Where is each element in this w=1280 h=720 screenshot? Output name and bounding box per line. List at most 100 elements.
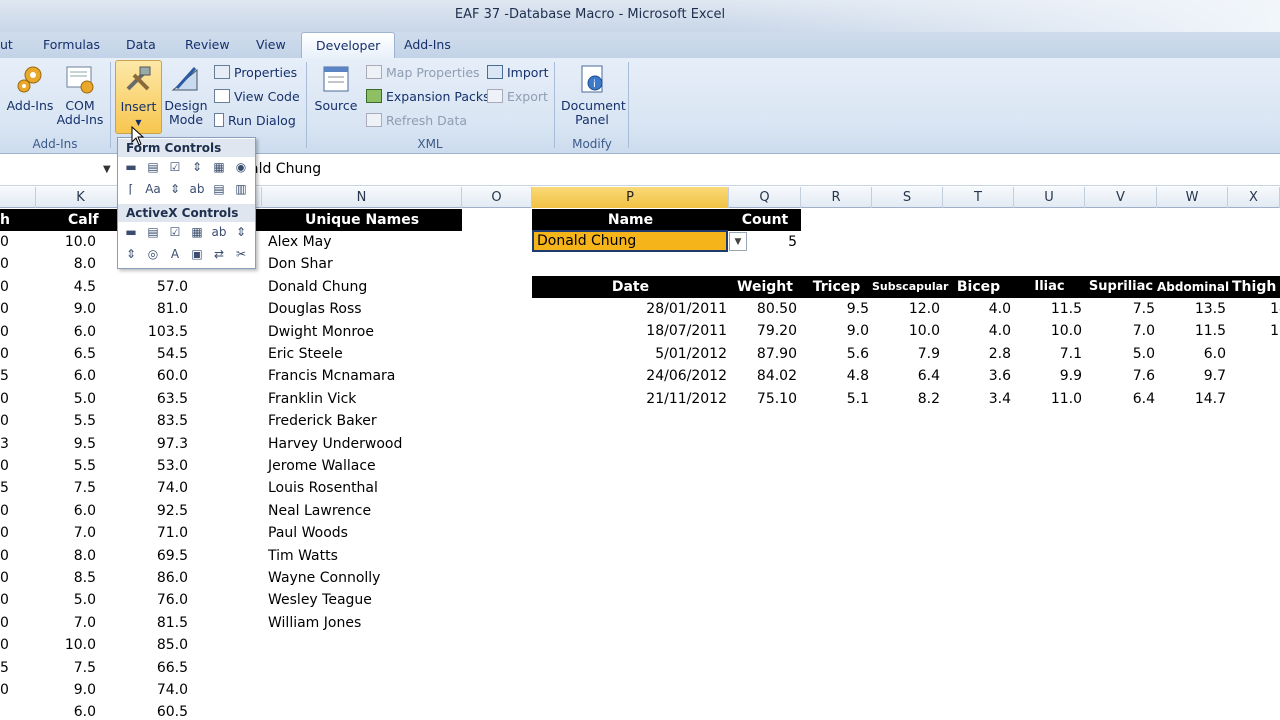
table-cell[interactable]: 12	[1228, 320, 1280, 342]
add-ins-button[interactable]: Add-Ins	[6, 62, 54, 113]
list-item[interactable]: Louis Rosenthal	[268, 477, 378, 499]
cell-l[interactable]: 53.0	[126, 455, 188, 477]
cell-calf[interactable]: 10.0	[36, 231, 96, 253]
list-box-control-icon[interactable]: ▦	[210, 158, 228, 176]
cell-calf[interactable]: 8.0	[36, 253, 96, 275]
cell-calf[interactable]: 6.5	[36, 343, 96, 365]
spin-button-control-icon[interactable]: ⇕	[188, 158, 206, 176]
name-box-dropdown-icon[interactable]: ▼	[103, 164, 111, 175]
table-cell[interactable]: 8.2	[872, 388, 940, 410]
list-item[interactable]: Franklin Vick	[268, 388, 356, 410]
cell-j[interactable]: 3	[0, 433, 9, 455]
list-item[interactable]: Alex May	[268, 231, 332, 253]
cell-calf[interactable]: 6.0	[36, 365, 96, 387]
cell-calf[interactable]: 6.0	[36, 321, 96, 343]
cell-calf[interactable]: 9.5	[36, 433, 96, 455]
list-item[interactable]: Paul Woods	[268, 522, 348, 544]
table-cell[interactable]: 79.20	[729, 320, 797, 342]
cell-j[interactable]: 0	[0, 343, 9, 365]
cell-j[interactable]: 0	[0, 231, 9, 253]
cell-l[interactable]: 86.0	[126, 567, 188, 589]
import-button[interactable]: Import	[487, 64, 549, 82]
cell-j[interactable]: 5	[0, 365, 9, 387]
cell-l[interactable]: 83.5	[126, 410, 188, 432]
cell-calf[interactable]: 5.0	[36, 388, 96, 410]
cell-l[interactable]: 60.5	[126, 701, 188, 720]
cell-calf[interactable]: 7.5	[36, 657, 96, 679]
list-item[interactable]: Tim Watts	[268, 545, 338, 567]
cell-j[interactable]: 0	[0, 455, 9, 477]
table-cell[interactable]: 7.6	[1085, 365, 1155, 387]
cell-j[interactable]: 0	[0, 253, 9, 275]
table-cell[interactable]: 24/06/2012	[532, 365, 727, 387]
table-cell[interactable]: 11.0	[1014, 388, 1082, 410]
activex-toggle-icon[interactable]: ⇄	[210, 245, 228, 263]
table-cell[interactable]: 5.6	[801, 343, 869, 365]
cell-l[interactable]: 69.5	[126, 545, 188, 567]
combo-box-control-icon[interactable]: ▤	[144, 158, 162, 176]
column-header-p[interactable]: P	[532, 187, 729, 208]
table-cell[interactable]: 80.50	[729, 298, 797, 320]
column-header-j[interactable]	[0, 187, 36, 208]
cell-calf[interactable]: 4.5	[36, 276, 96, 298]
table-cell[interactable]: 7.9	[872, 343, 940, 365]
refresh-data-button[interactable]: Refresh Data	[366, 112, 467, 130]
cell-l[interactable]: 63.5	[126, 388, 188, 410]
cell-calf[interactable]: 5.0	[36, 589, 96, 611]
table-cell[interactable]: 87.90	[729, 343, 797, 365]
cell-calf[interactable]: 7.0	[36, 612, 96, 634]
tab-add-ins[interactable]: Add-Ins	[404, 37, 451, 52]
list-item[interactable]: Neal Lawrence	[268, 500, 371, 522]
table-cell[interactable]: 10.0	[1014, 320, 1082, 342]
table-cell[interactable]: 11.5	[1157, 320, 1226, 342]
activex-option-icon[interactable]: ◎	[144, 245, 162, 263]
column-header-x[interactable]: X	[1228, 187, 1280, 208]
cell-calf[interactable]: 7.5	[36, 477, 96, 499]
column-header-w[interactable]: W	[1157, 187, 1228, 208]
list-item[interactable]: Don Shar	[268, 253, 333, 275]
table-cell[interactable]: 21/11/2012	[532, 388, 727, 410]
cell-j[interactable]: 0	[0, 522, 9, 544]
column-header-u[interactable]: U	[1014, 187, 1085, 208]
activex-spin-icon[interactable]: ⇕	[122, 245, 140, 263]
cell-j[interactable]: 0	[0, 298, 9, 320]
list-item[interactable]: Douglas Ross	[268, 298, 362, 320]
list-item[interactable]: Francis Mcnamara	[268, 365, 395, 387]
cell-l[interactable]: 85.0	[126, 634, 188, 656]
table-cell[interactable]: 84.02	[729, 365, 797, 387]
table-cell[interactable]: 5.1	[801, 388, 869, 410]
scroll-bar-control-icon[interactable]: ⇕	[166, 180, 184, 198]
column-header-k[interactable]: K	[36, 187, 126, 208]
table-cell[interactable]: 4.0	[943, 298, 1011, 320]
table-cell[interactable]: 6	[1228, 388, 1280, 410]
activex-checkbox-icon[interactable]: ☑	[166, 223, 184, 241]
table-cell[interactable]: 9.7	[1157, 365, 1226, 387]
combo-list-control-icon[interactable]: ▤	[210, 180, 228, 198]
list-item[interactable]: Wesley Teague	[268, 589, 372, 611]
formula-input[interactable]: ald Chung	[250, 161, 321, 177]
table-cell[interactable]: 14	[1228, 298, 1280, 320]
cell-j[interactable]: 0	[0, 567, 9, 589]
run-dialog-button[interactable]: Run Dialog	[214, 112, 296, 130]
button-control-icon[interactable]: ▬	[122, 158, 140, 176]
activex-image-icon[interactable]: ▣	[188, 245, 206, 263]
insert-controls-button[interactable]: Insert ▼	[115, 60, 162, 134]
com-add-ins-button[interactable]: COM Add-Ins	[56, 62, 104, 127]
table-cell[interactable]: 14.7	[1157, 388, 1226, 410]
tab-page-layout[interactable]: ut	[0, 37, 13, 52]
cell-j[interactable]: 0	[0, 634, 9, 656]
cell-j[interactable]: 0	[0, 500, 9, 522]
cell-l[interactable]: 57.0	[126, 276, 188, 298]
table-cell[interactable]: 3.4	[943, 388, 1011, 410]
table-cell[interactable]: 18/07/2011	[532, 320, 727, 342]
table-cell[interactable]: 9.9	[1014, 365, 1082, 387]
cell-calf[interactable]: 9.0	[36, 679, 96, 701]
table-cell[interactable]: 7.0	[1085, 320, 1155, 342]
cell-j[interactable]: 5	[0, 477, 9, 499]
table-cell[interactable]: 28/01/2011	[532, 298, 727, 320]
table-cell[interactable]: 5/01/2012	[532, 343, 727, 365]
worksheet-grid[interactable]: h Calf 0 10.0 0 8.0 0 4.5 57.0 0 9.0 81.0 0 6.0 103.…	[0, 208, 1280, 720]
text-field-control-icon[interactable]: ab	[188, 180, 206, 198]
cell-calf[interactable]: 8.5	[36, 567, 96, 589]
table-cell[interactable]: 3.6	[943, 365, 1011, 387]
